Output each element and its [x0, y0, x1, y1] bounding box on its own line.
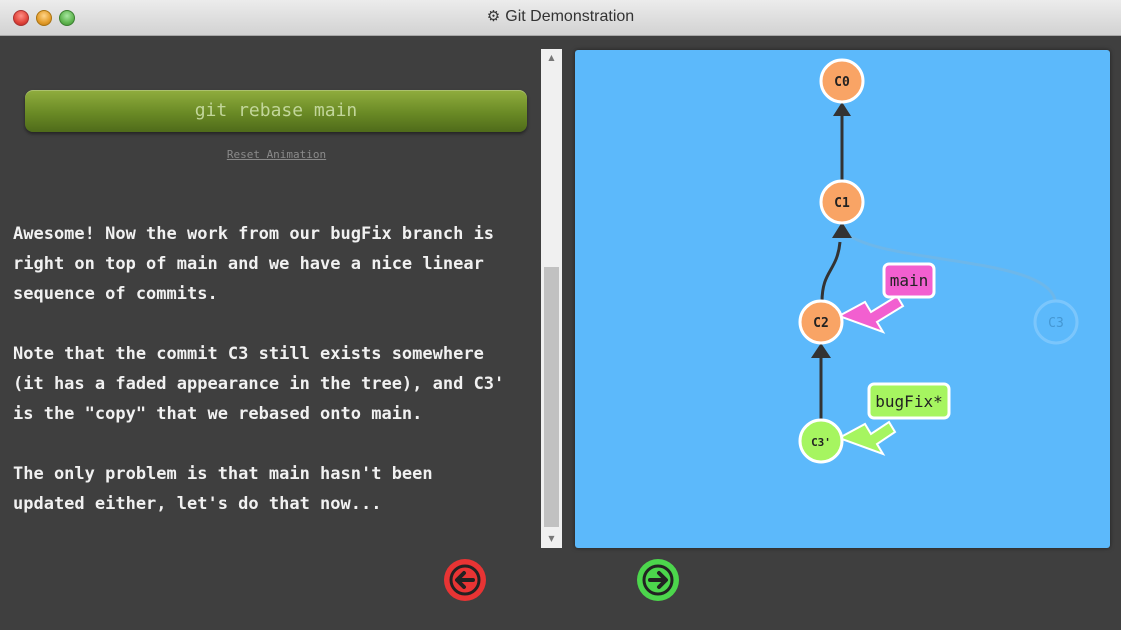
commit-c3-prime[interactable]: C3' [798, 418, 844, 464]
text-line: The only problem is that main hasn't bee… [13, 464, 433, 484]
scrollbar-thumb[interactable] [544, 267, 559, 527]
window-title-text: Git Demonstration [505, 8, 635, 25]
paragraph: Awesome! Now the work from our bugFix br… [13, 219, 553, 309]
git-graph-svg: main bugFix* C0 C1 C2 C3 C3' [798, 58, 1079, 464]
edge-c3-c1 [840, 228, 1057, 301]
commit-label: C3' [811, 436, 831, 449]
text-line: updated either, let's do that now... [13, 494, 382, 514]
text-line: sequence of commits. [13, 284, 218, 304]
main-branch-arrow [836, 294, 905, 334]
text-line: (it has a faded appearance in the tree),… [13, 374, 505, 394]
scroll-down-arrow-icon[interactable]: ▼ [541, 530, 562, 548]
commit-label: C3 [1048, 316, 1064, 331]
main-branch-label: main [890, 271, 929, 290]
scroll-up-arrow-icon[interactable]: ▲ [541, 49, 562, 67]
instructions-pane: git rebase main Reset Animation Awesome!… [0, 37, 540, 557]
arrowhead-c0 [833, 102, 851, 116]
window-title: ⚙ Git Demonstration [0, 0, 1121, 36]
text-line: Note that the commit C3 still exists som… [13, 344, 484, 364]
reset-animation-link[interactable]: Reset Animation [0, 148, 553, 161]
commit-c0[interactable]: C0 [819, 58, 865, 104]
commit-c3-faded[interactable]: C3 [1033, 299, 1079, 345]
paragraph: Note that the commit C3 still exists som… [13, 339, 553, 429]
back-arrow-icon[interactable] [443, 558, 487, 602]
commit-label: C0 [834, 75, 850, 90]
commit-c2[interactable]: C2 [798, 299, 844, 345]
arrowhead-c2 [811, 343, 831, 358]
forward-arrow-icon[interactable] [636, 558, 680, 602]
description-text: Awesome! Now the work from our bugFix br… [13, 219, 553, 549]
vertical-scrollbar[interactable]: ▲ ▼ [541, 49, 562, 548]
paragraph: The only problem is that main hasn't bee… [13, 459, 553, 519]
text-line: right on top of main and we have a nice … [13, 254, 484, 274]
text-line: Awesome! Now the work from our bugFix br… [13, 224, 495, 244]
bugfix-branch-arrow [836, 420, 897, 456]
text-line: is the "copy" that we rebased onto main. [13, 404, 423, 424]
window-titlebar: ⚙ Git Demonstration [0, 0, 1121, 36]
commit-label: C2 [813, 316, 829, 331]
git-graph-canvas: main bugFix* C0 C1 C2 C3 C3' [575, 50, 1110, 548]
bugfix-branch-label: bugFix* [875, 392, 942, 411]
commit-label: C1 [834, 196, 850, 211]
commit-c1[interactable]: C1 [819, 179, 865, 225]
command-button[interactable]: git rebase main [25, 90, 527, 132]
edge-c2-c1 [820, 241, 842, 303]
gear-icon: ⚙ [486, 8, 501, 25]
